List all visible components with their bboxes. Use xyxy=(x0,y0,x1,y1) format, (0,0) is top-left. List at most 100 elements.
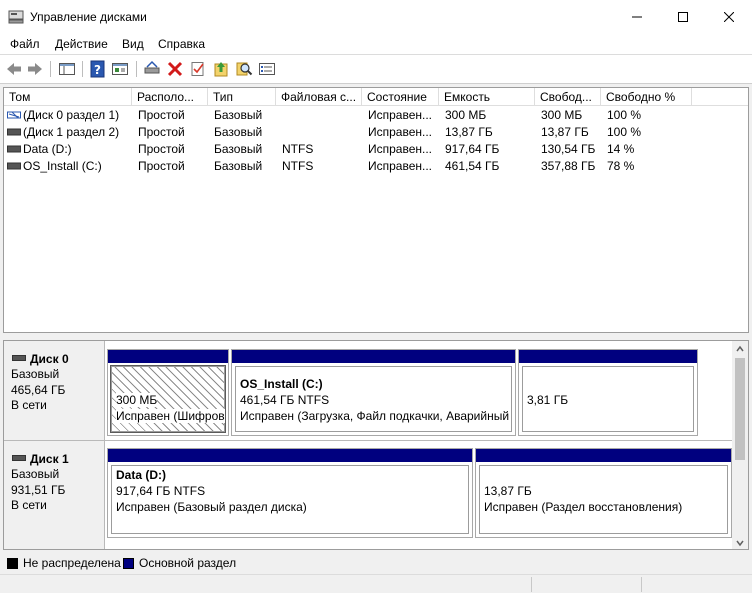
cell-status: Исправен... xyxy=(368,159,433,173)
window-title: Управление дисками xyxy=(30,10,147,24)
column-header-free[interactable]: Свобод... xyxy=(535,88,601,106)
cell-capacity: 461,54 ГБ xyxy=(445,159,500,173)
vertical-scrollbar[interactable] xyxy=(732,341,748,549)
cell-type: Базовый xyxy=(214,108,263,122)
disk-separator xyxy=(4,440,734,441)
check-icon[interactable] xyxy=(189,60,207,78)
partition-disk1-2[interactable]: 13,87 ГБ Исправен (Раздел восстановления… xyxy=(475,448,732,538)
title-bar: Управление дисками xyxy=(0,0,752,33)
properties-icon[interactable] xyxy=(111,60,129,78)
disk-0-info[interactable]: Диск 0 Базовый 465,64 ГБ В сети xyxy=(4,341,105,440)
partition-header-bar xyxy=(108,449,472,462)
help-icon[interactable]: ? xyxy=(89,60,107,78)
partition-label: OS_Install (C:) xyxy=(240,377,323,391)
cell-free: 300 МБ xyxy=(541,108,583,122)
volume-list: Том Располо... Тип Файловая с... Состоян… xyxy=(3,87,749,333)
table-row[interactable]: OS_Install (C:) Простой Базовый NTFS Исп… xyxy=(4,158,748,175)
pane-splitter[interactable] xyxy=(0,333,752,340)
import-icon[interactable] xyxy=(212,60,230,78)
cell-free: 357,88 ГБ xyxy=(541,159,596,173)
menu-file[interactable]: Файл xyxy=(10,37,40,51)
volume-icon xyxy=(7,128,21,136)
column-header-capacity[interactable]: Емкость xyxy=(439,88,535,106)
column-header-status[interactable]: Состояние xyxy=(362,88,439,106)
partition-size: 461,54 ГБ NTFS xyxy=(240,393,330,407)
volume-icon xyxy=(7,145,21,153)
cell-free: 130,54 ГБ xyxy=(541,142,596,156)
column-header-volume[interactable]: Том xyxy=(4,88,132,106)
cell-volume: (Диск 1 раздел 2) xyxy=(23,125,120,139)
disk-state: В сети xyxy=(11,398,47,412)
volume-icon xyxy=(7,162,21,170)
connect-disk-icon[interactable] xyxy=(143,60,161,78)
cell-status: Исправен... xyxy=(368,125,433,139)
table-row[interactable]: Data (D:) Простой Базовый NTFS Исправен.… xyxy=(4,141,748,158)
back-arrow-icon[interactable] xyxy=(5,60,23,78)
legend-swatch-primary xyxy=(123,558,134,569)
partition-header-bar xyxy=(519,350,697,363)
toolbar: ? xyxy=(0,55,752,84)
cell-type: Базовый xyxy=(214,159,263,173)
cell-capacity: 300 МБ xyxy=(445,108,487,122)
close-button[interactable] xyxy=(706,0,752,33)
show-pane-icon[interactable] xyxy=(58,60,76,78)
partition-status: Исправен (Раздел восстановления) xyxy=(484,500,683,514)
scroll-down-icon[interactable] xyxy=(736,539,744,547)
partition-header-bar xyxy=(108,350,228,363)
table-row[interactable]: (Диск 0 раздел 1) Простой Базовый Исправ… xyxy=(4,107,748,124)
legend-label-unallocated: Не распределена xyxy=(23,556,121,570)
column-header-filesystem[interactable]: Файловая с... xyxy=(276,88,362,106)
search-icon[interactable] xyxy=(235,60,253,78)
partition-size: 3,81 ГБ xyxy=(527,393,569,407)
menu-bar: Файл Действие Вид Справка xyxy=(0,33,752,55)
scroll-up-icon[interactable] xyxy=(736,345,744,353)
partition-disk0-3[interactable]: 3,81 ГБ xyxy=(518,349,698,436)
menu-help[interactable]: Справка xyxy=(158,37,205,51)
partition-disk1-1[interactable]: Data (D:) 917,64 ГБ NTFS Исправен (Базов… xyxy=(107,448,473,538)
partition-body: 300 МБ Исправен (Шифров xyxy=(110,365,226,433)
disk-name: Диск 0 xyxy=(30,352,69,366)
cell-layout: Простой xyxy=(138,159,185,173)
menu-action[interactable]: Действие xyxy=(55,37,108,51)
status-divider xyxy=(531,577,532,592)
cell-filesystem: NTFS xyxy=(282,142,314,156)
partition-disk0-2[interactable]: OS_Install (C:) 461,54 ГБ NTFS Исправен … xyxy=(231,349,516,436)
list-icon[interactable] xyxy=(258,60,276,78)
minimize-icon xyxy=(632,16,642,17)
legend-swatch-unallocated xyxy=(7,558,18,569)
disk-icon xyxy=(12,455,26,461)
cell-free-percent: 100 % xyxy=(607,125,642,139)
disk-1-info[interactable]: Диск 1 Базовый 931,51 ГБ В сети xyxy=(4,441,105,549)
volume-icon xyxy=(7,111,21,119)
column-header-type[interactable]: Тип xyxy=(208,88,276,106)
partition-body: 13,87 ГБ Исправен (Раздел восстановления… xyxy=(479,465,728,534)
minimize-button[interactable] xyxy=(614,0,660,33)
maximize-button[interactable] xyxy=(660,0,706,33)
disk-size: 931,51 ГБ xyxy=(11,483,66,497)
cell-type: Базовый xyxy=(214,125,263,139)
partition-body: Data (D:) 917,64 ГБ NTFS Исправен (Базов… xyxy=(111,465,469,534)
disk-icon xyxy=(12,355,26,361)
close-icon xyxy=(724,11,734,22)
status-bar xyxy=(0,574,752,593)
partition-size: 300 МБ xyxy=(116,393,158,407)
scrollbar-thumb[interactable] xyxy=(735,358,745,460)
partition-status: Исправен (Шифров xyxy=(116,409,225,423)
svg-text:?: ? xyxy=(94,63,101,77)
column-header-layout[interactable]: Располо... xyxy=(132,88,208,106)
table-row[interactable]: (Диск 1 раздел 2) Простой Базовый Исправ… xyxy=(4,124,748,141)
cell-filesystem: NTFS xyxy=(282,159,314,173)
legend-label-primary: Основной раздел xyxy=(139,556,237,570)
disk-management-app-icon xyxy=(8,10,24,24)
disk-state: В сети xyxy=(11,498,47,512)
toolbar-separator xyxy=(136,61,137,77)
cell-layout: Простой xyxy=(138,142,185,156)
forward-arrow-icon[interactable] xyxy=(26,60,44,78)
menu-view[interactable]: Вид xyxy=(122,37,144,51)
partition-body: OS_Install (C:) 461,54 ГБ NTFS Исправен … xyxy=(235,366,512,432)
cell-layout: Простой xyxy=(138,108,185,122)
column-header-free-percent[interactable]: Свободно % xyxy=(601,88,692,106)
delete-icon[interactable] xyxy=(166,60,184,78)
partition-disk0-1[interactable]: 300 МБ Исправен (Шифров xyxy=(107,349,229,436)
disk-size: 465,64 ГБ xyxy=(11,383,66,397)
